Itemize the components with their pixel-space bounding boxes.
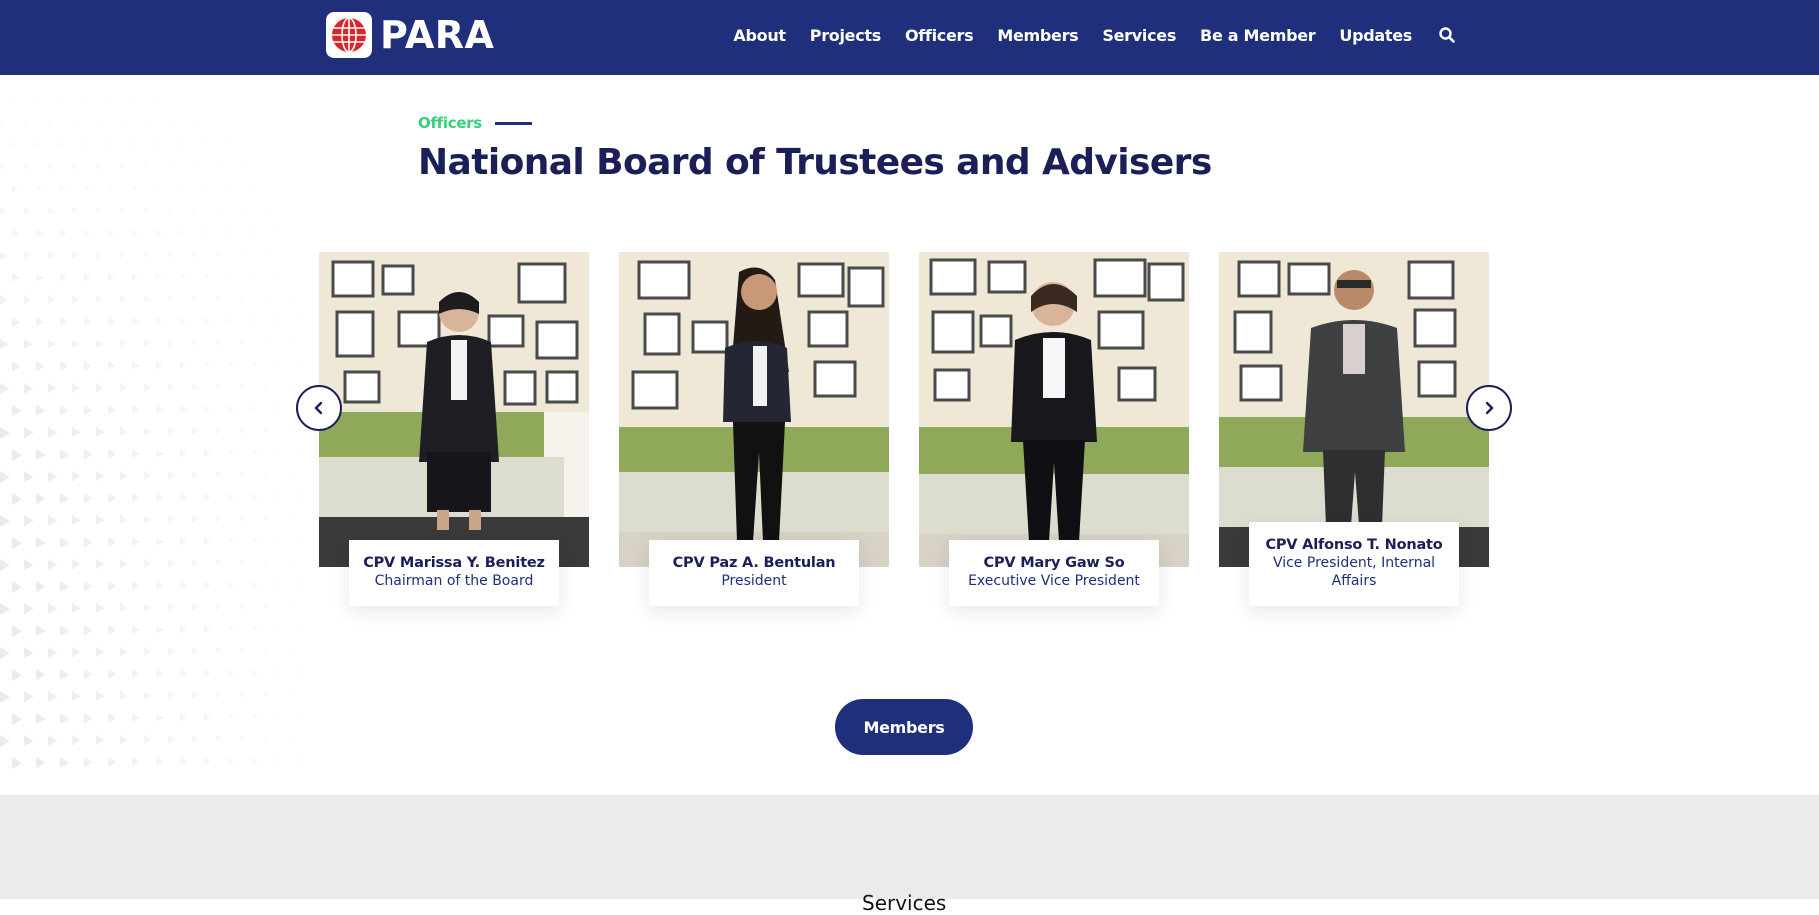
officer-role: President	[721, 573, 787, 589]
officer-caption: CPV Paz A. Bentulan President	[649, 540, 859, 606]
officer-role: Executive Vice President	[968, 573, 1140, 589]
eyebrow-label: Officers	[418, 114, 482, 132]
nav-item-be-a-member[interactable]: Be a Member	[1200, 26, 1316, 45]
officer-caption: CPV Alfonso T. Nonato Vice President, In…	[1249, 522, 1459, 606]
officer-card[interactable]: CPV Marissa Y. Benitez Chairman of the B…	[319, 252, 589, 606]
next-section-band	[0, 795, 1819, 899]
officer-photo	[919, 252, 1189, 567]
globe-logo-icon	[326, 12, 372, 58]
nav-item-about[interactable]: About	[733, 26, 786, 45]
nav-item-members[interactable]: Members	[997, 26, 1078, 45]
officer-photo	[1219, 252, 1489, 567]
search-icon[interactable]	[1438, 26, 1456, 44]
eyebrow-divider	[494, 121, 532, 125]
officer-caption: CPV Marissa Y. Benitez Chairman of the B…	[349, 540, 559, 606]
chevron-right-icon	[1485, 401, 1494, 415]
nav-item-services[interactable]: Services	[1102, 26, 1176, 45]
nav-item-projects[interactable]: Projects	[810, 26, 882, 45]
officer-name: CPV Mary Gaw So	[983, 555, 1125, 571]
section-title: National Board of Trustees and Advisers	[418, 142, 1212, 183]
decorative-triangle-pattern	[0, 141, 258, 769]
logo-text: PARA	[380, 13, 495, 57]
main-nav: About Projects Officers Members Services…	[709, 0, 1456, 70]
carousel-next-button[interactable]	[1466, 385, 1512, 431]
officer-name: CPV Paz A. Bentulan	[672, 555, 836, 571]
officer-photo	[619, 252, 889, 567]
members-button[interactable]: Members	[835, 699, 973, 755]
officer-name: CPV Marissa Y. Benitez	[363, 555, 545, 571]
site-header: PARA About Projects Officers Members Ser…	[0, 0, 1819, 75]
section-eyebrow: Officers	[418, 114, 532, 132]
officer-caption: CPV Mary Gaw So Executive Vice President	[949, 540, 1159, 606]
officer-card[interactable]: CPV Mary Gaw So Executive Vice President	[919, 252, 1189, 606]
officer-role: Vice President, Internal Affairs	[1272, 555, 1436, 589]
officer-name: CPV Alfonso T. Nonato	[1265, 537, 1443, 553]
nav-item-officers[interactable]: Officers	[905, 26, 974, 45]
nav-item-updates[interactable]: Updates	[1339, 26, 1412, 45]
officer-card[interactable]: CPV Alfonso T. Nonato Vice President, In…	[1219, 252, 1489, 606]
next-section-heading: Services	[862, 891, 947, 915]
officer-card[interactable]: CPV Paz A. Bentulan President	[619, 252, 889, 606]
chevron-left-icon	[314, 401, 323, 415]
officer-role: Chairman of the Board	[374, 573, 534, 589]
site-logo[interactable]: PARA	[326, 11, 494, 59]
carousel-prev-button[interactable]	[296, 385, 342, 431]
officer-photo	[319, 252, 589, 567]
